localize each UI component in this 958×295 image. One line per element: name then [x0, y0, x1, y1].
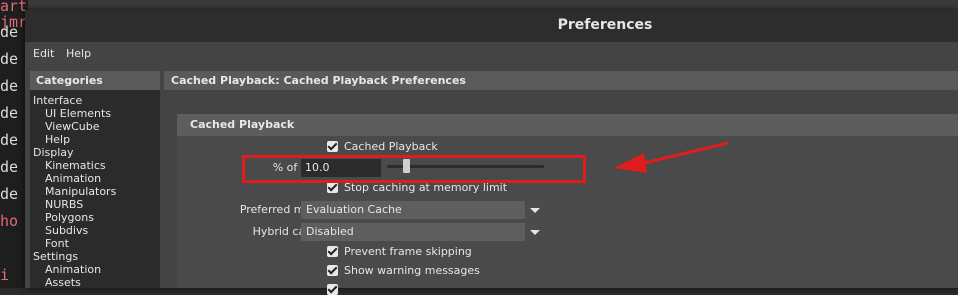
annotation-arrow-icon — [614, 141, 729, 173]
